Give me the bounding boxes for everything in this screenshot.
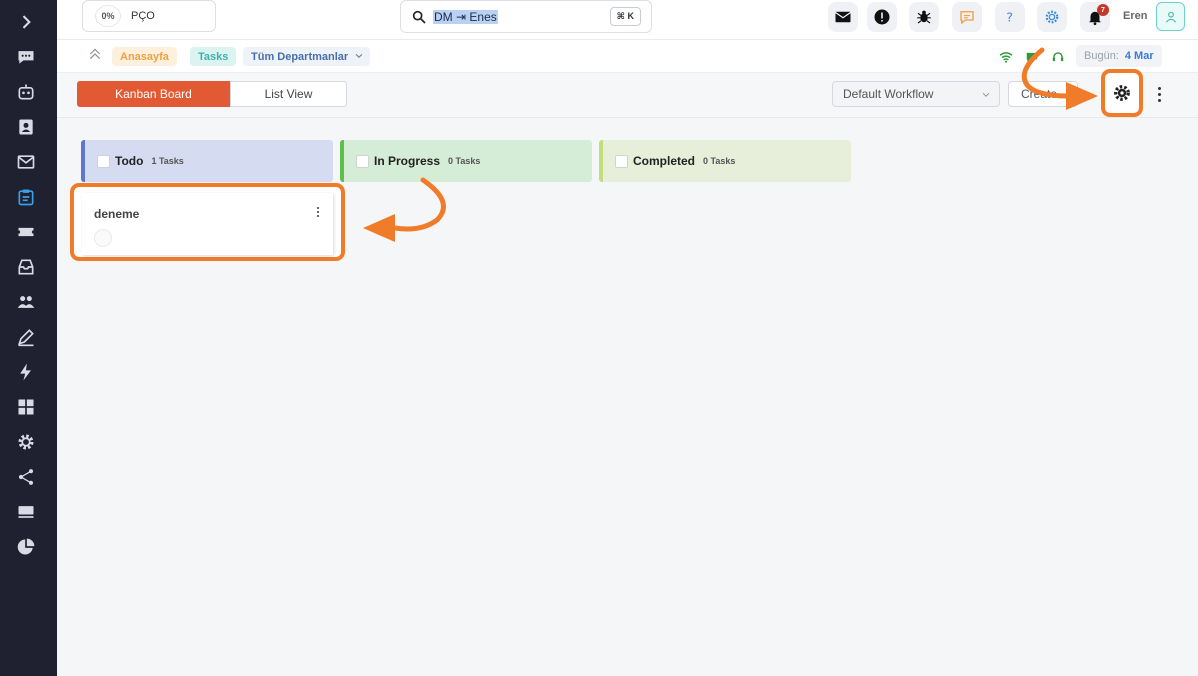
task-menu-button[interactable] <box>317 207 319 217</box>
breadcrumb-home[interactable]: Anasayfa <box>112 47 177 66</box>
column-count: 0 Tasks <box>703 156 736 166</box>
username: Eren <box>1123 10 1148 22</box>
workflow-label: Default Workflow <box>843 87 934 101</box>
view-toggle: Kanban Board List View <box>77 81 347 107</box>
company-name: PÇO <box>131 10 155 22</box>
today-label: Bugün: <box>1084 50 1119 62</box>
chevron-down-icon <box>355 53 363 58</box>
column-checkbox[interactable] <box>615 154 628 168</box>
column-checkbox[interactable] <box>97 154 110 168</box>
notification-badge: 7 <box>1097 4 1109 16</box>
share-icon[interactable] <box>14 465 38 489</box>
search-shortcut: ⌘ K <box>609 7 641 26</box>
user-icon <box>1165 11 1176 23</box>
column-title: Completed <box>633 154 696 168</box>
gear-icon <box>1114 85 1130 101</box>
breadcrumb-tasks[interactable]: Tasks <box>190 47 237 66</box>
chat-icon[interactable] <box>952 2 982 32</box>
department-select[interactable]: Tüm Departmanlar <box>243 47 371 66</box>
avatar[interactable] <box>1156 2 1185 31</box>
kanban-view-button[interactable]: Kanban Board <box>77 81 230 107</box>
search-input[interactable]: DM ⇥ Enes ⌘ K <box>400 0 652 33</box>
bug-icon[interactable] <box>909 2 939 32</box>
bolt-icon[interactable] <box>14 360 38 384</box>
bell-icon[interactable]: 7 <box>1080 2 1110 32</box>
help-icon[interactable]: ? <box>995 2 1025 32</box>
more-options-button[interactable] <box>1151 83 1167 105</box>
inbox-icon[interactable] <box>14 255 38 279</box>
today-indicator: Bugün: 4 Mar <box>1076 45 1162 67</box>
tasks-icon[interactable] <box>14 185 38 209</box>
create-button[interactable]: Create <box>1008 81 1078 107</box>
wifi-icon <box>997 49 1015 65</box>
headset-icon <box>1049 49 1067 65</box>
company-selector[interactable]: 0% PÇO <box>82 0 216 32</box>
top-bar: 0% PÇO DM ⇥ Enes ⌘ K ? 7 Eren <box>57 0 1198 40</box>
column-todo: Todo 1 Tasks <box>81 140 333 182</box>
column-checkbox[interactable] <box>356 154 369 168</box>
search-value: DM ⇥ Enes <box>433 9 498 24</box>
task-highlight: deneme <box>70 183 345 261</box>
column-completed: Completed 0 Tasks <box>599 140 851 182</box>
keyboard-icon[interactable] <box>14 500 38 524</box>
task-title: deneme <box>94 207 140 221</box>
column-in-progress: In Progress 0 Tasks <box>340 140 592 182</box>
search-icon <box>412 10 426 24</box>
robot-icon[interactable] <box>14 80 38 104</box>
settings-icon[interactable] <box>1037 2 1067 32</box>
contact-icon[interactable] <box>14 115 38 139</box>
board-toolbar: Kanban Board List View Default Workflow … <box>57 69 1198 118</box>
department-label: Tüm Departmanlar <box>251 50 349 63</box>
sign-icon[interactable] <box>14 325 38 349</box>
column-title: In Progress <box>374 154 441 168</box>
assignee-avatar[interactable] <box>94 229 112 247</box>
sidebar <box>0 0 57 676</box>
chevron-down-icon <box>982 93 990 97</box>
expand-icon[interactable] <box>14 10 38 34</box>
mail-icon[interactable] <box>828 2 858 32</box>
gear-icon[interactable] <box>14 430 38 454</box>
column-title: Todo <box>115 154 144 168</box>
alert-icon[interactable] <box>867 2 897 32</box>
progress-badge: 0% <box>95 5 121 27</box>
list-view-button[interactable]: List View <box>230 81 347 107</box>
sms-icon <box>1023 49 1041 65</box>
mail-icon[interactable] <box>14 150 38 174</box>
collapse-icon[interactable] <box>87 46 103 62</box>
task-card[interactable]: deneme <box>82 193 333 255</box>
team-icon[interactable] <box>14 290 38 314</box>
chat-icon[interactable] <box>14 45 38 69</box>
svg-text:?: ? <box>1006 11 1013 26</box>
ticket-icon[interactable] <box>14 220 38 244</box>
column-count: 1 Tasks <box>151 156 184 166</box>
column-count: 0 Tasks <box>448 156 481 166</box>
annotation-arrow-icon <box>363 177 446 242</box>
workflow-select[interactable]: Default Workflow <box>832 81 1000 107</box>
breadcrumb: Anasayfa Tasks Tüm Departmanlar Bugün: 4… <box>57 40 1198 73</box>
grid-icon[interactable] <box>14 395 38 419</box>
chart-icon[interactable] <box>14 535 38 559</box>
today-date: 4 Mar <box>1124 50 1154 62</box>
board-settings-button[interactable] <box>1101 69 1143 117</box>
